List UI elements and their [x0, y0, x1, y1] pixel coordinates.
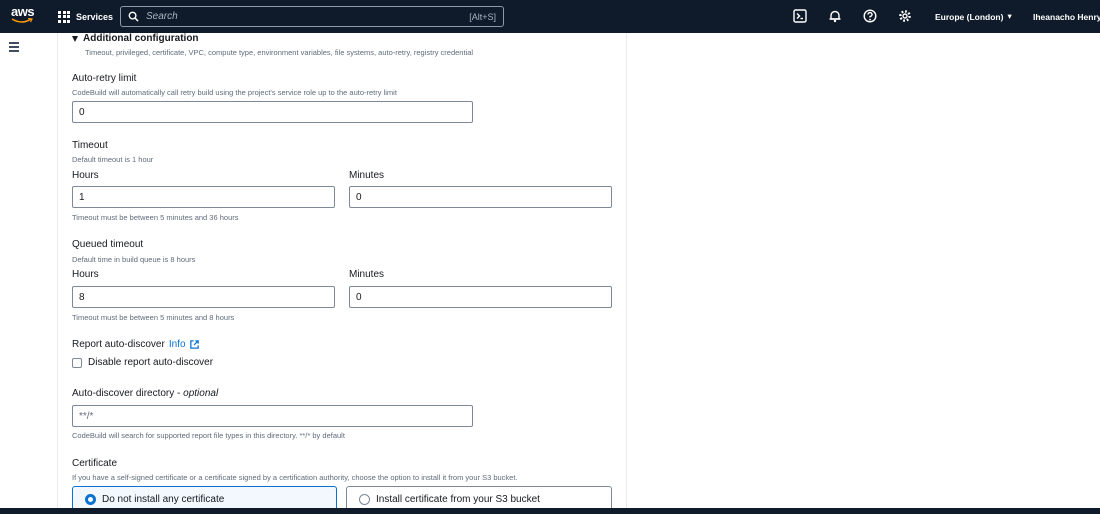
menu-icon[interactable]: [9, 42, 19, 52]
external-link-icon: [189, 340, 199, 349]
queued-minutes-label: Minutes: [349, 269, 385, 280]
queued-hours-input[interactable]: 8: [72, 286, 335, 308]
queued-minutes-input[interactable]: 0: [349, 286, 612, 308]
bell-icon[interactable]: [828, 9, 842, 23]
queued-timeout-description: Default time in build queue is 8 hours: [72, 255, 196, 264]
timeout-minutes-input[interactable]: 0: [349, 186, 612, 208]
queued-hours-label: Hours: [72, 269, 99, 280]
account-menu[interactable]: Iheanacho Henry: [1033, 0, 1100, 33]
timeout-minutes-label: Minutes: [349, 170, 385, 181]
report-auto-discover-label: Report auto-discover: [72, 339, 165, 350]
timeout-hours-label: Hours: [72, 170, 99, 181]
bottom-bar: [0, 508, 1100, 514]
left-rail: [0, 33, 28, 508]
auto-discover-directory-label: Auto-discover directory - optional: [72, 388, 219, 399]
auto-retry-input[interactable]: 0: [72, 101, 473, 123]
disable-report-auto-discover[interactable]: Disable report auto-discover: [72, 357, 213, 368]
caret-down-icon: [72, 35, 78, 42]
radio-selected[interactable]: [85, 493, 96, 505]
right-empty-area: [627, 33, 1100, 508]
report-auto-discover-heading: Report auto-discover Info: [72, 339, 200, 350]
queued-timeout-constraint: Timeout must be between 5 minutes and 8 …: [72, 313, 235, 322]
auto-discover-directory-description: CodeBuild will search for supported repo…: [72, 431, 345, 440]
radio-unselected[interactable]: [359, 493, 370, 505]
disable-report-checkbox[interactable]: [72, 357, 82, 368]
auto-discover-directory-input[interactable]: **/*: [72, 405, 473, 427]
timeout-constraint: Timeout must be between 5 minutes and 36…: [72, 213, 239, 222]
certificate-label: Certificate: [72, 458, 118, 469]
cloudshell-icon[interactable]: [793, 9, 807, 23]
top-navigation: aws Services Search [Alt+S] Europe (Lond…: [0, 0, 1100, 33]
timeout-label: Timeout: [72, 140, 108, 151]
info-link[interactable]: Info: [169, 339, 200, 350]
grid-icon: [58, 10, 70, 23]
aws-logo[interactable]: aws: [11, 5, 37, 27]
search-input[interactable]: Search [Alt+S]: [120, 6, 504, 27]
additional-configuration-toggle[interactable]: Additional configuration: [72, 33, 199, 44]
caret-down-icon: ▾: [1007, 11, 1012, 21]
certificate-description: If you have a self-signed certificate or…: [72, 473, 518, 482]
gear-icon[interactable]: [898, 9, 912, 23]
timeout-hours-input[interactable]: 1: [72, 186, 335, 208]
additional-configuration-description: Timeout, privileged, certificate, VPC, c…: [85, 48, 474, 57]
queued-timeout-label: Queued timeout: [72, 239, 144, 250]
timeout-description: Default timeout is 1 hour: [72, 155, 154, 164]
region-selector[interactable]: Europe (London) ▾: [935, 0, 1012, 33]
services-menu-button[interactable]: Services: [58, 0, 113, 33]
auto-retry-label: Auto-retry limit: [72, 73, 137, 84]
search-icon: [128, 11, 139, 22]
help-icon[interactable]: [863, 9, 877, 23]
auto-retry-description: CodeBuild will automatically call retry …: [72, 88, 397, 97]
